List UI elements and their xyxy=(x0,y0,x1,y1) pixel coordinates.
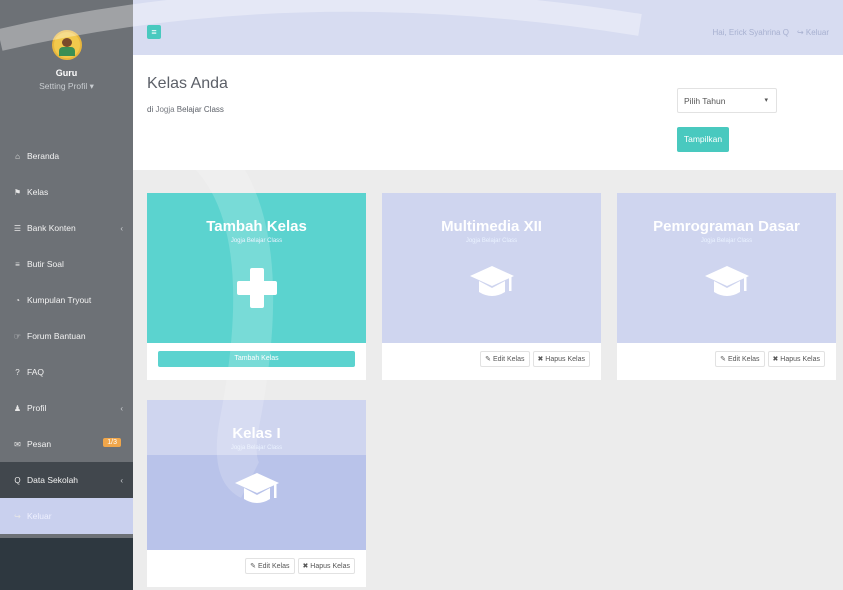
card-footer: ✎ Edit Kelas ✖ Hapus Kelas xyxy=(617,343,836,380)
topbar-logout-link[interactable]: ↪ Keluar xyxy=(797,28,829,37)
card-actions: ✎ Edit Kelas ✖ Hapus Kelas xyxy=(715,351,825,367)
sidebar-item-kelas[interactable]: ⚑ Kelas xyxy=(0,174,133,210)
chevron-left-icon: ‹ xyxy=(120,223,123,233)
card-subtitle: Jogja Belajar Class xyxy=(700,238,753,244)
card-footer: Tambah Kelas xyxy=(147,343,366,380)
sidebar-item-pesan[interactable]: ✉ Pesan 1/3 xyxy=(0,426,133,462)
card-actions: ✎ Edit Kelas ✖ Hapus Kelas xyxy=(480,351,590,367)
card-header[interactable]: Pemrograman Dasar Jogja Belajar Class xyxy=(617,193,836,343)
database-icon: ☰ xyxy=(13,223,22,233)
clock-icon: ◔ xyxy=(15,295,20,305)
sidebar-item-profil[interactable]: ♟ Profil ‹ xyxy=(0,390,133,426)
year-select-value: Pilih Tahun xyxy=(684,96,726,106)
card-subtitle: Jogja Belajar Class xyxy=(465,238,518,244)
class-card: Kelas I Jogja Belajar Class ✎ Edit Kelas… xyxy=(147,400,366,587)
sidebar-item-label: Beranda xyxy=(27,151,60,161)
page-header: Kelas Anda di Jogja Belajar Class Pilih … xyxy=(133,55,843,170)
user-icon: ♟ xyxy=(13,403,22,413)
sidebar-item-label: Data Sekolah xyxy=(27,475,79,485)
sidebar-item-label: Pesan xyxy=(27,439,52,449)
card-title: Pemrograman Dasar xyxy=(653,218,800,235)
profile-name: Guru xyxy=(55,68,78,78)
forum-icon: ☞ xyxy=(13,331,22,341)
delete-class-button[interactable]: ✖ Hapus Kelas xyxy=(532,351,590,367)
graduation-cap-icon xyxy=(704,266,749,296)
search-icon: Q xyxy=(14,475,21,485)
sidebar-footer xyxy=(0,538,133,590)
card-title: Multimedia XII xyxy=(441,218,542,235)
year-select[interactable]: Pilih Tahun ▾ xyxy=(677,88,777,113)
chevron-left-icon: ‹ xyxy=(120,475,123,485)
sidebar-item-label: Kelas xyxy=(27,187,49,197)
card-header[interactable]: Tambah Kelas Jogja Belajar Class xyxy=(147,193,366,343)
setting-profile-dropdown[interactable]: Setting Profil ▾ xyxy=(0,81,133,92)
chevron-left-icon: ‹ xyxy=(120,403,123,413)
page-title: Kelas Anda xyxy=(147,75,228,92)
sidebar-item-label: Keluar xyxy=(27,511,52,521)
plus-icon xyxy=(236,268,277,308)
sidebar-item-kumpulan-tryout[interactable]: ◔ Kumpulan Tryout xyxy=(0,282,133,318)
sidebar: Guru Setting Profil ▾ ⌂ Beranda ⚑ Kelas … xyxy=(0,0,133,590)
list-icon: ≡ xyxy=(15,259,20,269)
sidebar-item-forum-bantuan[interactable]: ☞ Forum Bantuan xyxy=(0,318,133,354)
logout-icon: ↪ xyxy=(14,511,21,521)
sidebar-item-label: Forum Bantuan xyxy=(27,331,86,341)
card-footer: ✎ Edit Kelas ✖ Hapus Kelas xyxy=(382,343,601,380)
class-card: Pemrograman Dasar Jogja Belajar Class ✎ … xyxy=(617,193,836,380)
sidebar-profile: Guru Setting Profil ▾ xyxy=(0,0,133,138)
avatar[interactable] xyxy=(51,30,82,60)
user-greeting[interactable]: Hai, Erick Syahrina Q xyxy=(712,28,788,37)
chevron-down-icon: ▾ xyxy=(764,97,768,104)
message-count-badge: 1/3 xyxy=(103,438,121,447)
add-class-card: Tambah Kelas Jogja Belajar Class Tambah … xyxy=(147,193,366,380)
envelope-icon: ✉ xyxy=(14,439,21,449)
card-footer: ✎ Edit Kelas ✖ Hapus Kelas xyxy=(147,550,366,587)
sidebar-item-bank-konten[interactable]: ☰ Bank Konten ‹ xyxy=(0,210,133,246)
card-title: Kelas I xyxy=(232,425,281,442)
class-card: Multimedia XII Jogja Belajar Class ✎ Edi… xyxy=(382,193,601,380)
sidebar-item-label: Kumpulan Tryout xyxy=(27,295,92,305)
graduation-cap-icon xyxy=(234,473,279,503)
delete-class-button[interactable]: ✖ Hapus Kelas xyxy=(297,558,355,574)
card-actions: ✎ Edit Kelas ✖ Hapus Kelas xyxy=(245,558,355,574)
sidebar-item-label: FAQ xyxy=(27,367,45,377)
edit-class-button[interactable]: ✎ Edit Kelas xyxy=(715,351,765,367)
page-subtitle: di Jogja Belajar Class xyxy=(147,105,224,114)
sidebar-item-beranda[interactable]: ⌂ Beranda xyxy=(0,138,133,174)
topbar: ≡ Hai, Erick Syahrina Q ↪ Keluar xyxy=(133,0,843,55)
sidebar-item-butir-soal[interactable]: ≡ Butir Soal xyxy=(0,246,133,282)
edit-class-button[interactable]: ✎ Edit Kelas xyxy=(480,351,530,367)
menu-toggle-button[interactable]: ≡ xyxy=(147,25,161,39)
card-title: Tambah Kelas xyxy=(206,218,307,235)
graduation-cap-icon: ⚑ xyxy=(13,187,22,197)
sidebar-item-keluar[interactable]: ↪ Keluar xyxy=(0,498,133,534)
topbar-user-area: Hai, Erick Syahrina Q ↪ Keluar xyxy=(712,28,829,37)
delete-class-button[interactable]: ✖ Hapus Kelas xyxy=(767,351,825,367)
card-subtitle: Jogja Belajar Class xyxy=(230,445,283,451)
sidebar-item-label: Bank Konten xyxy=(27,223,76,233)
add-class-button[interactable]: Tambah Kelas xyxy=(158,351,355,367)
edit-class-button[interactable]: ✎ Edit Kelas xyxy=(245,558,295,574)
sidebar-item-data-sekolah[interactable]: Q Data Sekolah ‹ xyxy=(0,462,133,498)
question-icon: ? xyxy=(15,367,20,377)
home-icon: ⌂ xyxy=(15,151,20,161)
sidebar-item-label: Profil xyxy=(27,403,47,413)
card-subtitle: Jogja Belajar Class xyxy=(230,238,283,244)
sidebar-item-label: Butir Soal xyxy=(27,259,64,269)
show-button[interactable]: Tampilkan xyxy=(677,127,729,152)
graduation-cap-icon xyxy=(469,266,514,296)
card-header[interactable]: Multimedia XII Jogja Belajar Class xyxy=(382,193,601,343)
sidebar-item-faq[interactable]: ? FAQ xyxy=(0,354,133,390)
card-header[interactable]: Kelas I Jogja Belajar Class xyxy=(147,400,366,550)
